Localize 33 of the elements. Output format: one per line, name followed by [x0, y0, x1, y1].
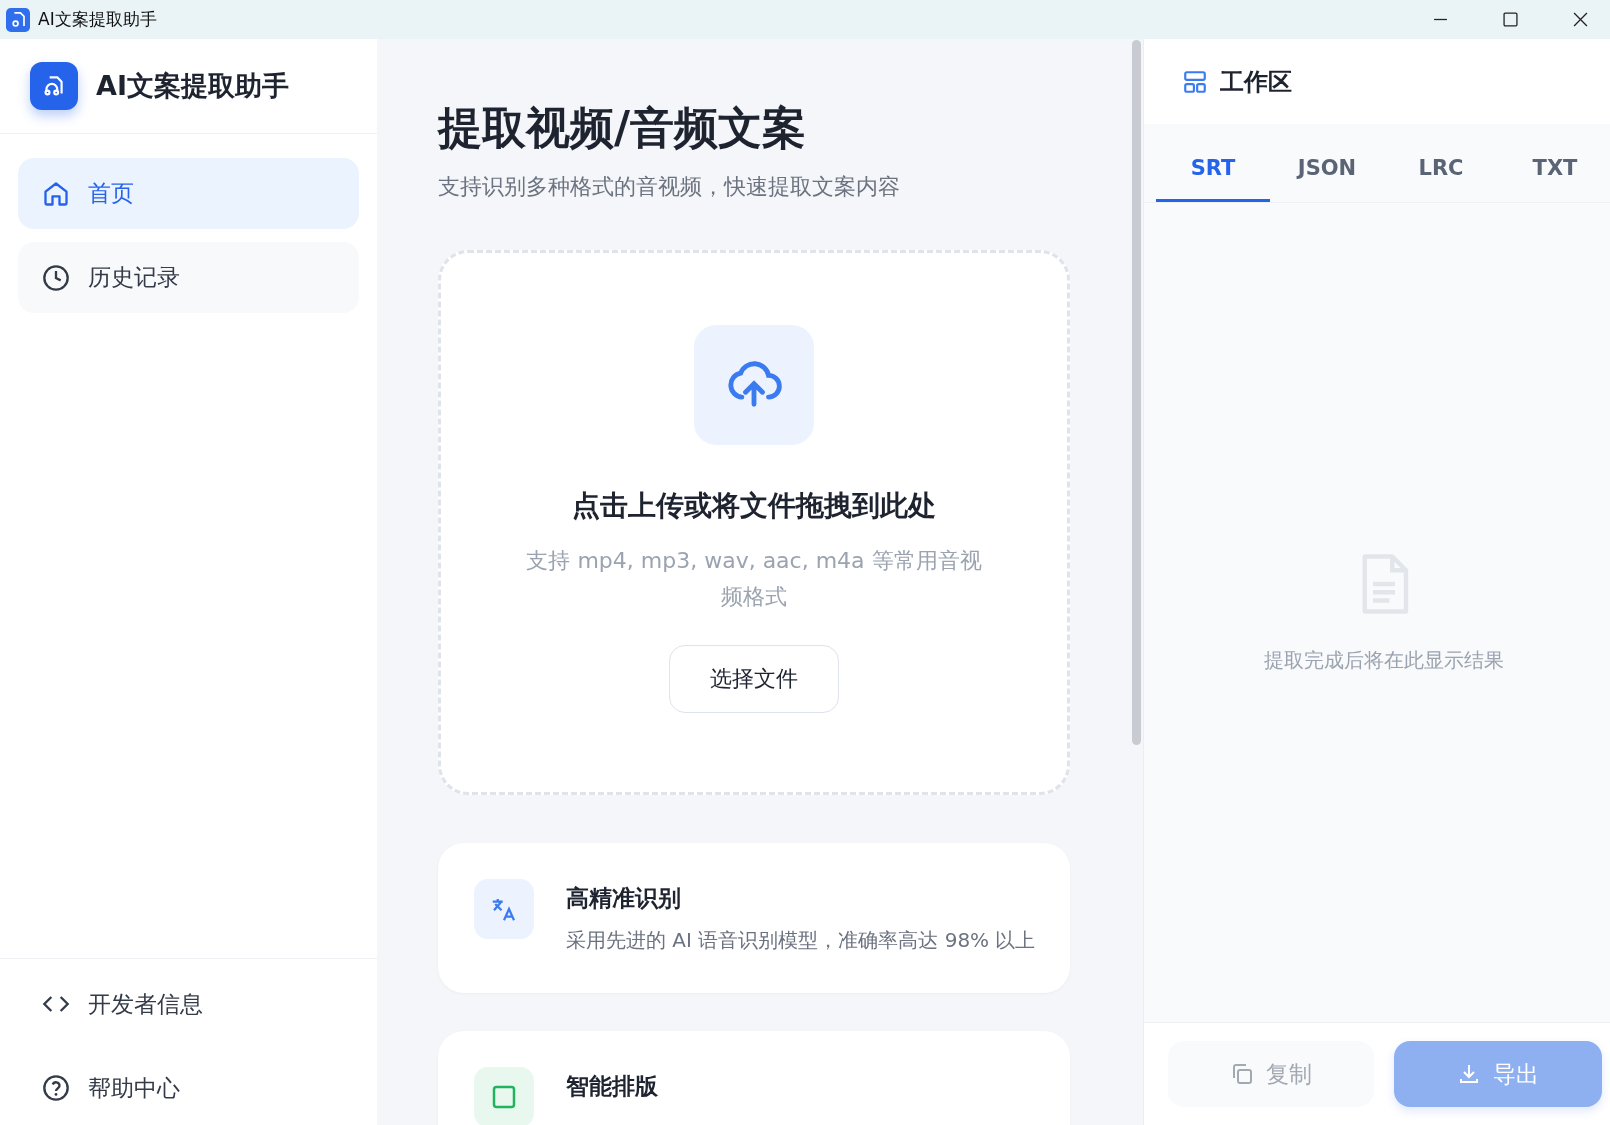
app-name: AI文案提取助手	[96, 69, 289, 103]
clock-icon	[42, 263, 70, 292]
footer-link[interactable]: 开发者信息	[18, 981, 359, 1027]
footer-link[interactable]: 帮助中心	[18, 1065, 359, 1111]
home-icon	[42, 179, 70, 208]
nav-item[interactable]: 首页	[18, 158, 359, 229]
copy-icon	[1230, 1062, 1254, 1086]
close-icon[interactable]	[1573, 12, 1588, 27]
feature-description: 采用先进的 AI 语音识别模型，准确率高达 98% 以上	[566, 927, 1036, 954]
choose-file-button[interactable]: 选择文件	[669, 645, 839, 713]
download-icon	[1457, 1062, 1481, 1086]
page-title: 提取视频/音频文案	[438, 101, 808, 155]
help-icon	[42, 1074, 70, 1102]
layout-grid-icon	[1182, 68, 1208, 95]
upload-dropzone[interactable]: 点击上传或将文件拖拽到此处 支持 mp4, mp3, wav, aac, m4a 等常用音视频格式 选择文件	[438, 250, 1070, 795]
app-icon	[6, 7, 30, 32]
feature-title: 智能排版	[566, 1072, 658, 1101]
window-title: AI文案提取助手	[38, 8, 157, 31]
maximize-icon[interactable]	[1503, 12, 1518, 27]
translate-icon	[474, 879, 534, 939]
page-subtitle: 支持识别多种格式的音视频，快速提取文案内容	[438, 173, 901, 201]
format-tab[interactable]: LRC	[1384, 124, 1498, 202]
format-tab[interactable]: JSON	[1270, 124, 1384, 202]
nav-item[interactable]: 历史记录	[18, 242, 359, 313]
feature-title: 高精准识别	[566, 884, 682, 913]
workspace-title: 工作区	[1220, 66, 1292, 98]
upload-cloud-icon	[694, 325, 814, 445]
format-tab[interactable]: TXT	[1498, 124, 1610, 202]
upload-title: 点击上传或将文件拖拽到此处	[572, 488, 936, 524]
empty-state-text: 提取完成后将在此显示结果	[1264, 647, 1504, 674]
app-logo-icon	[30, 62, 78, 110]
scrollbar-thumb[interactable]	[1132, 40, 1141, 745]
upload-hint: 支持 mp4, mp3, wav, aac, m4a 等常用音视频格式	[525, 547, 983, 611]
